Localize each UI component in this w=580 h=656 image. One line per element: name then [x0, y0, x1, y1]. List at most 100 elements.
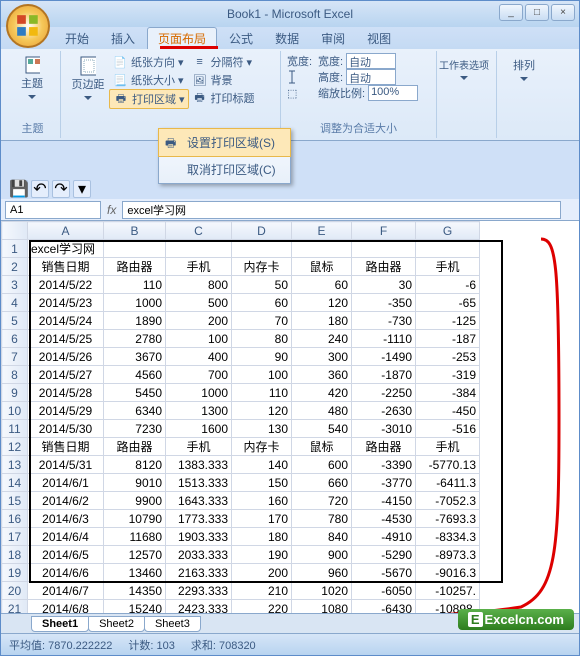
print-area-button[interactable]: 🖶打印区域 ▾	[109, 89, 189, 109]
cell[interactable]: 12570	[104, 546, 166, 564]
cell[interactable]: 150	[232, 474, 292, 492]
row-header[interactable]: 10	[2, 402, 28, 420]
row-header[interactable]: 8	[2, 366, 28, 384]
row-header[interactable]: 4	[2, 294, 28, 312]
cell[interactable]: -7052.3	[416, 492, 480, 510]
cell[interactable]: 7230	[104, 420, 166, 438]
cell[interactable]: 2014/5/31	[28, 456, 104, 474]
cell[interactable]: -1110	[352, 330, 416, 348]
cell[interactable]: 5450	[104, 384, 166, 402]
cell[interactable]: -9016.3	[416, 564, 480, 582]
cell[interactable]: 1080	[292, 600, 352, 614]
cell[interactable]: -450	[416, 402, 480, 420]
cell[interactable]: 2014/6/8	[28, 600, 104, 614]
cell[interactable]: 1643.333	[166, 492, 232, 510]
fx-icon[interactable]: fx	[107, 203, 116, 217]
cell[interactable]: 220	[232, 600, 292, 614]
cell[interactable]	[166, 240, 232, 258]
row-header[interactable]: 19	[2, 564, 28, 582]
cell[interactable]: -65	[416, 294, 480, 312]
cell[interactable]: 1000	[104, 294, 166, 312]
cell[interactable]: 15240	[104, 600, 166, 614]
close-button[interactable]: ×	[551, 4, 575, 21]
cell[interactable]: 110	[232, 384, 292, 402]
cell[interactable]: 960	[292, 564, 352, 582]
formula-bar[interactable]: excel学习网	[122, 201, 561, 219]
cell[interactable]: 2014/6/3	[28, 510, 104, 528]
cell[interactable]: 70	[232, 312, 292, 330]
tab-页面布局[interactable]: 页面布局	[147, 27, 217, 49]
cell[interactable]: 600	[292, 456, 352, 474]
cell[interactable]: 手机	[416, 438, 480, 456]
cell[interactable]: 手机	[166, 258, 232, 276]
cell[interactable]: 30	[352, 276, 416, 294]
cell[interactable]: -125	[416, 312, 480, 330]
cell[interactable]: 540	[292, 420, 352, 438]
cell[interactable]: -3390	[352, 456, 416, 474]
cell[interactable]: -1490	[352, 348, 416, 366]
cell[interactable]: -10257.	[416, 582, 480, 600]
row-header[interactable]: 16	[2, 510, 28, 528]
cell[interactable]: 190	[232, 546, 292, 564]
cell[interactable]: 200	[232, 564, 292, 582]
cell[interactable]: 1890	[104, 312, 166, 330]
cell[interactable]: -5770.13	[416, 456, 480, 474]
cell[interactable]: 8120	[104, 456, 166, 474]
row-header[interactable]: 20	[2, 582, 28, 600]
cell[interactable]: 1000	[166, 384, 232, 402]
cell[interactable]: 路由器	[104, 438, 166, 456]
cell[interactable]: 60	[232, 294, 292, 312]
cell[interactable]: 2014/6/7	[28, 582, 104, 600]
cell[interactable]: 2293.333	[166, 582, 232, 600]
col-header-E[interactable]: E	[292, 222, 352, 240]
clear-print-area-item[interactable]: 取消打印区域(C)	[159, 156, 290, 183]
cell[interactable]: -1870	[352, 366, 416, 384]
cell[interactable]: 120	[292, 294, 352, 312]
cell[interactable]: 鼠标	[292, 258, 352, 276]
tab-插入[interactable]: 插入	[101, 28, 145, 49]
cell[interactable]: 420	[292, 384, 352, 402]
tab-数据[interactable]: 数据	[265, 28, 309, 49]
col-header-G[interactable]: G	[416, 222, 480, 240]
cell[interactable]: -8334.3	[416, 528, 480, 546]
cell[interactable]: 110	[104, 276, 166, 294]
cell[interactable]: -350	[352, 294, 416, 312]
cell[interactable]: 2780	[104, 330, 166, 348]
scale-input[interactable]: 100%	[368, 85, 418, 101]
cell[interactable]: 60	[292, 276, 352, 294]
cell[interactable]: 400	[166, 348, 232, 366]
cell[interactable]: 210	[232, 582, 292, 600]
cell[interactable]: 2014/5/22	[28, 276, 104, 294]
cell[interactable]: -253	[416, 348, 480, 366]
sheet-tab-Sheet3[interactable]: Sheet3	[144, 616, 201, 632]
row-header[interactable]: 11	[2, 420, 28, 438]
cell[interactable]: -384	[416, 384, 480, 402]
row-header[interactable]: 13	[2, 456, 28, 474]
cell[interactable]: 2033.333	[166, 546, 232, 564]
cell[interactable]: 2014/5/27	[28, 366, 104, 384]
cell[interactable]: 80	[232, 330, 292, 348]
cell[interactable]: 手机	[416, 258, 480, 276]
tab-公式[interactable]: 公式	[219, 28, 263, 49]
margins-button[interactable]: 页边距	[67, 53, 109, 109]
print-titles-button[interactable]: 🖶打印标题	[189, 89, 258, 107]
sheet-tab-Sheet2[interactable]: Sheet2	[88, 616, 145, 632]
breaks-button[interactable]: ≡分隔符 ▾	[189, 53, 258, 71]
row-header[interactable]: 2	[2, 258, 28, 276]
cell[interactable]: -4530	[352, 510, 416, 528]
cell[interactable]: 1903.333	[166, 528, 232, 546]
tab-视图[interactable]: 视图	[357, 28, 401, 49]
spreadsheet-grid[interactable]: ABCDEFG1excel学习网2销售日期路由器手机内存卡鼠标路由器手机3201…	[1, 221, 579, 613]
tab-审阅[interactable]: 审阅	[311, 28, 355, 49]
row-header[interactable]: 1	[2, 240, 28, 258]
cell[interactable]: 170	[232, 510, 292, 528]
cell[interactable]: 4560	[104, 366, 166, 384]
row-header[interactable]: 3	[2, 276, 28, 294]
cell[interactable]: 1300	[166, 402, 232, 420]
cell[interactable]: -6430	[352, 600, 416, 614]
cell[interactable]: 240	[292, 330, 352, 348]
cell[interactable]: 800	[166, 276, 232, 294]
minimize-button[interactable]: _	[499, 4, 523, 21]
cell[interactable]: 鼠标	[292, 438, 352, 456]
cell[interactable]: 2014/5/25	[28, 330, 104, 348]
